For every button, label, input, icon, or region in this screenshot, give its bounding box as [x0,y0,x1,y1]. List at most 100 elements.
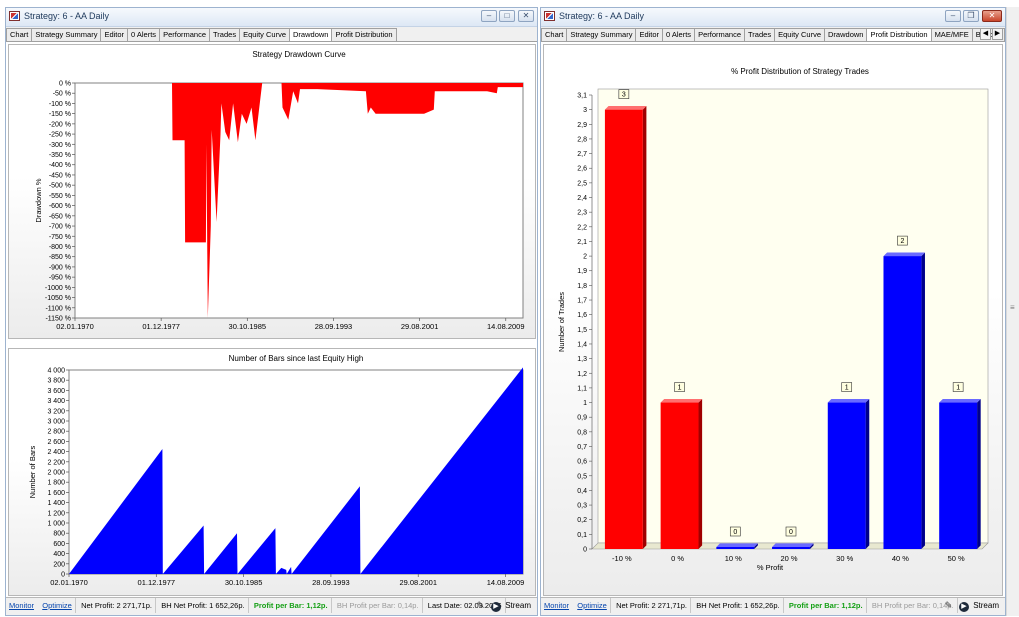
optimize-link[interactable]: Optimize [574,598,611,613]
data-label: 0 [733,529,737,536]
right-tab-heatmap[interactable]: HeatMap [1003,28,1005,41]
x-tick-label: 01.12.1977 [138,578,176,587]
y-tick-label: -950 % [49,275,71,282]
y-tick-label: 2 800 [47,429,65,436]
right-tab-editor[interactable]: Editor [635,28,664,41]
minimize-button[interactable]: – [481,10,497,22]
y-tick-label: -1000 % [45,285,71,292]
y-tick-label: 0,4 [577,488,587,495]
right-tab-mae-mfe[interactable]: MAE/MFE [930,28,973,41]
y-tick-label: -400 % [49,162,71,169]
tab-scroll-arrows[interactable]: ◀ ▶ [979,28,1003,40]
stream-play-icon: ▶ [490,602,501,612]
x-axis-label: % Profit [757,563,784,572]
tab-scroll-right-icon[interactable]: ▶ [992,28,1003,40]
right-tab-chart[interactable]: Chart [541,28,568,41]
bar-side [977,398,981,549]
y-tick-label: -250 % [49,132,71,139]
monitor-link[interactable]: Monitor [541,598,572,613]
right-tab-strategy-summary[interactable]: Strategy Summary [566,28,637,41]
plot-back-wall [597,88,989,544]
y-axis-label: Drawdown % [34,178,43,223]
y-tick-label: -1050 % [45,295,71,302]
chart-title: Strategy Drawdown Curve [252,50,346,59]
left-tab-performance[interactable]: Performance [159,28,210,41]
left-title-bar[interactable]: Strategy: 6 - AA Daily – □ ✕ [6,8,537,27]
y-tick-label: -300 % [49,142,71,149]
tab-scroll-left-icon[interactable]: ◀ [980,28,991,40]
close-button[interactable]: ✕ [518,10,534,22]
x-tick-label: 20 % [780,554,797,563]
y-tick-label: 200 [53,561,65,568]
scrollbar-grip[interactable]: ≡ [1010,303,1015,312]
bar [827,402,866,549]
bh-profit-per-bar-status: BH Profit per Bar: 0,14p. [334,598,423,613]
right-tab-trades[interactable]: Trades [744,28,776,41]
right-tab-drawdown[interactable]: Drawdown [824,28,868,41]
y-tick-label: 1,6 [577,312,587,319]
x-tick-label: 01.12.1977 [142,322,180,331]
y-tick-label: 2,2 [577,224,587,231]
x-tick-label: 30.10.1985 [225,578,263,587]
left-tab-strategy-summary[interactable]: Strategy Summary [31,28,102,41]
monitor-link[interactable]: Monitor [6,598,37,613]
x-tick-label: 28.09.1993 [312,578,350,587]
right-tab-0-alerts[interactable]: 0 Alerts [662,28,696,41]
data-label: 3 [622,92,626,99]
net-profit-status: Net Profit: 2 271,71p. [613,598,691,613]
y-tick-label: -500 % [49,183,71,190]
left-tab-chart[interactable]: Chart [6,28,33,41]
y-tick-label: 2,4 [577,195,587,202]
y-tick-label: 1 000 [47,521,65,528]
y-tick-label: 0,1 [577,532,587,539]
left-tab-drawdown[interactable]: Drawdown [289,28,333,41]
pen-icon[interactable]: ✎ [477,600,487,610]
y-tick-label: 400 [53,551,65,558]
y-tick-label: 3 400 [47,398,65,405]
right-tab-profit-distribution[interactable]: Profit Distribution [866,28,932,41]
x-tick-label: 29.08.2001 [401,322,439,331]
app-icon [544,11,555,21]
right-tab-equity-curve[interactable]: Equity Curve [774,28,826,41]
bar-top [716,543,758,547]
y-tick-label: 800 [53,531,65,538]
profit-distribution-chart-panel: % Profit Distribution of Strategy Trades… [543,44,1003,596]
minimize-button[interactable]: – [945,10,961,22]
optimize-link[interactable]: Optimize [39,598,76,613]
x-tick-label: 14.08.2009 [487,322,525,331]
left-tab-editor[interactable]: Editor [100,28,129,41]
close-button[interactable]: ✕ [982,10,1002,22]
y-tick-label: 0,8 [577,429,587,436]
left-tab-trades[interactable]: Trades [209,28,241,41]
y-tick-label: -600 % [49,203,71,210]
left-window-title: Strategy: 6 - AA Daily [24,11,110,21]
y-tick-label: 3 000 [47,419,65,426]
stream-control[interactable]: ✎ ▶ Stream [477,600,531,612]
x-tick-label: 40 % [892,554,909,563]
profit-distribution-chart: % Profit Distribution of Strategy Trades… [557,67,989,572]
stream-control[interactable]: ✎ ▶ Stream [945,600,999,612]
maximize-button[interactable]: □ [499,10,515,22]
y-tick-label: 1,8 [577,283,587,290]
right-title-bar[interactable]: Strategy: 6 - AA Daily – ❐ ✕ [541,8,1005,27]
bars-chart-panel: Number of Bars since last Equity High 0 20… [8,348,536,596]
y-tick-label: 2,8 [577,136,587,143]
y-tick-label: 2,6 [577,166,587,173]
bars-since-equity-high-chart: Number of Bars since last Equity High020… [28,354,524,587]
left-tab-bar: Chart Strategy Summary Editor 0 Alerts Perfo… [6,27,537,42]
x-tick-label: 02.01.1970 [50,578,88,587]
x-tick-label: 29.08.2001 [399,578,437,587]
y-tick-label: 3,1 [577,93,587,100]
pen-icon[interactable]: ✎ [945,600,955,610]
y-tick-label: 0 [583,547,587,554]
left-tab-0-alerts[interactable]: 0 Alerts [127,28,161,41]
y-tick-label: 600 [53,541,65,548]
restore-button[interactable]: ❐ [963,10,979,22]
y-tick-label: 0,5 [577,473,587,480]
desktop-vertical-scrollbar[interactable]: ≡ [1006,7,1019,616]
y-tick-label: 0,6 [577,459,587,466]
y-tick-label: 2,7 [577,151,587,158]
right-tab-performance[interactable]: Performance [694,28,745,41]
left-tab-equity-curve[interactable]: Equity Curve [239,28,291,41]
left-tab-profit-distribution[interactable]: Profit Distribution [331,28,397,41]
